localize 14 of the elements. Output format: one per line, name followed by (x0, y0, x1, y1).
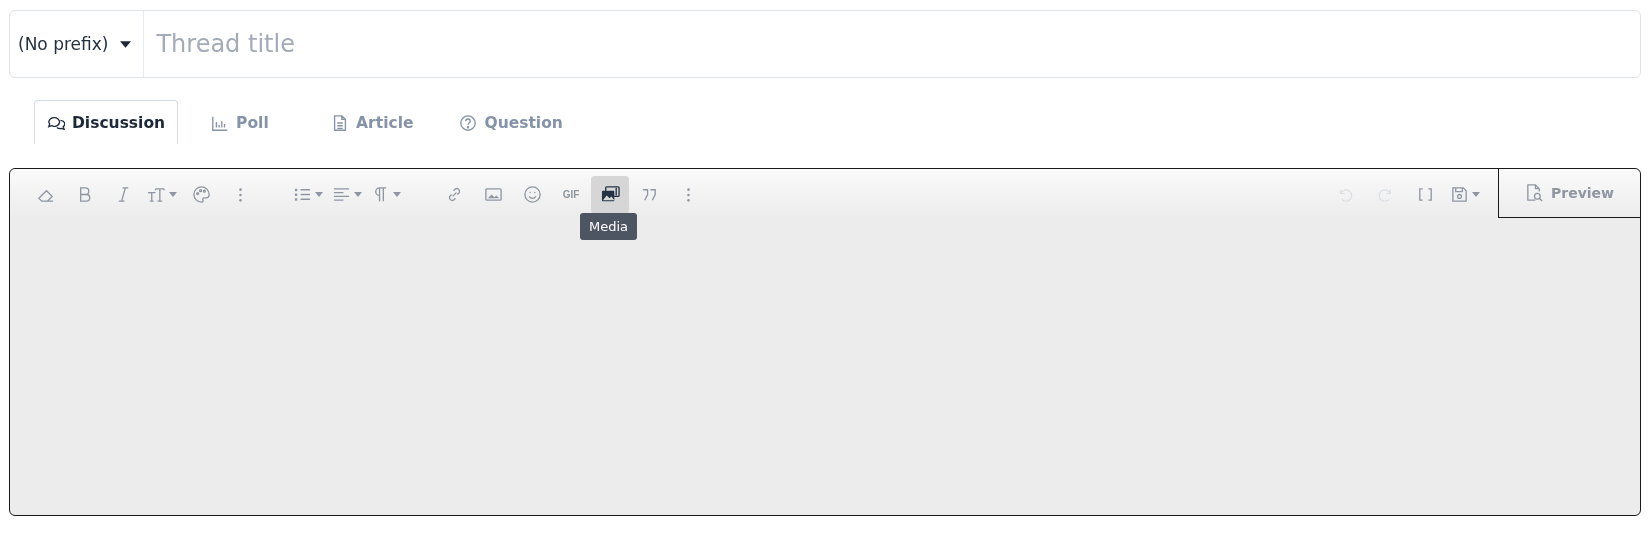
thread-type-tab[interactable]: Article (318, 100, 427, 144)
thread-title-field[interactable]: (No prefix) Thread title (9, 10, 1641, 78)
prefix-dropdown[interactable]: (No prefix) (10, 11, 145, 77)
document-search-icon (1525, 183, 1544, 202)
preview-button[interactable]: Preview (1498, 168, 1640, 218)
tooltip: Media (580, 213, 638, 240)
editor-area[interactable]: GIF Media Preview (9, 168, 1641, 516)
question-icon (459, 113, 478, 132)
media-button[interactable] (591, 175, 629, 214)
thread-type-tab[interactable]: Discussion (34, 100, 179, 144)
thread-type-tab[interactable]: Poll (198, 100, 299, 144)
thread-type-tab[interactable]: Question (446, 100, 576, 144)
caret-icon (120, 40, 132, 48)
gif-button[interactable]: GIF (552, 175, 590, 214)
